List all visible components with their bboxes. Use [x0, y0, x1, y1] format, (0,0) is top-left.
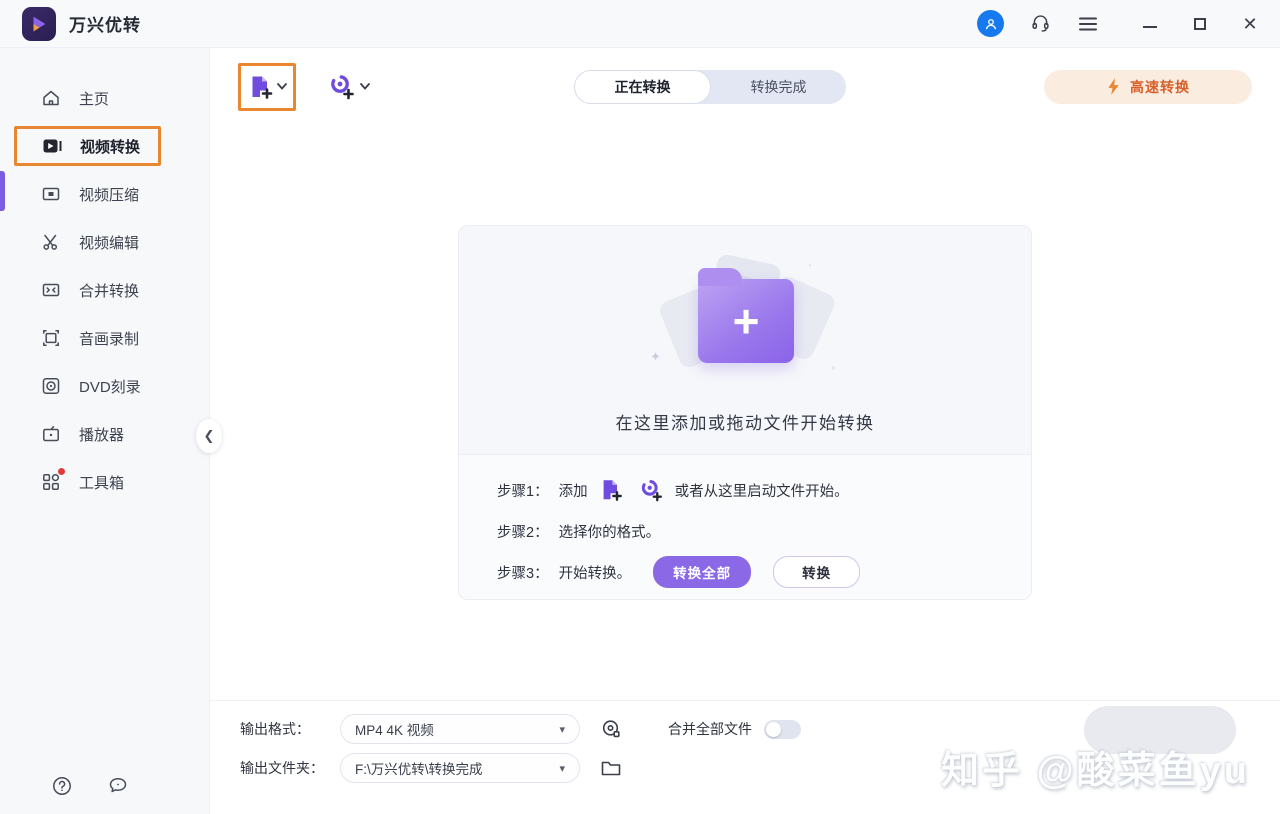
sidebar-item-merge-convert[interactable]: 合并转换 — [0, 266, 209, 314]
title-bar: 万兴优转 — [0, 0, 1280, 48]
merge-convert-icon — [40, 279, 62, 301]
high-speed-convert-label: 高速转换 — [1130, 77, 1190, 97]
sidebar-item-record[interactable]: 音画录制 — [0, 314, 209, 362]
convert-all-button[interactable]: 转换全部 — [653, 556, 751, 588]
chevron-down-icon — [360, 83, 370, 90]
feedback-icon[interactable] — [106, 774, 130, 798]
step-2: 步骤2： 选择你的格式。 — [497, 515, 1031, 547]
sidebar-item-label: 工具箱 — [79, 472, 124, 493]
sidebar-item-label: 播放器 — [79, 424, 124, 445]
chevron-down-icon: ▾ — [559, 723, 565, 736]
sidebar-item-dvd-burn[interactable]: DVD刻录 — [0, 362, 209, 410]
sidebar-item-video-convert[interactable]: 视频转换 — [14, 126, 161, 166]
sidebar: 主页 视频转换 视频压缩 — [0, 48, 210, 814]
dvd-icon — [40, 375, 62, 397]
toolbox-icon — [40, 471, 62, 493]
step1-label: 步骤1： — [497, 480, 549, 501]
step-3: 步骤3： 开始转换。 转换全部 转换 — [497, 556, 1031, 588]
hamburger-menu-icon[interactable] — [1076, 12, 1100, 36]
output-folder-label: 输出文件夹： — [240, 758, 340, 778]
format-settings-icon[interactable] — [600, 718, 622, 740]
convert-status-tabs: 正在转换 转换完成 — [574, 70, 846, 104]
sidebar-item-label: DVD刻录 — [79, 376, 141, 397]
steps-panel: 步骤1： 添加 — [459, 454, 1031, 599]
output-format-select[interactable]: MP4 4K 视频 ▾ — [340, 714, 580, 744]
video-compress-icon — [40, 183, 62, 205]
step1-text-before: 添加 — [559, 480, 588, 501]
tab-converting[interactable]: 正在转换 — [574, 70, 711, 104]
add-file-button[interactable] — [238, 63, 296, 111]
add-dvd-button[interactable] — [322, 67, 376, 106]
sidebar-item-label: 合并转换 — [79, 280, 139, 301]
scissors-icon — [40, 231, 62, 253]
open-folder-icon[interactable] — [600, 758, 622, 778]
add-file-mini-icon — [599, 478, 623, 502]
video-convert-icon — [41, 135, 63, 157]
chevron-down-icon: ▾ — [559, 762, 565, 775]
minimize-button[interactable] — [1142, 16, 1158, 32]
high-speed-convert-button[interactable]: 高速转换 — [1044, 70, 1252, 104]
drop-zone-hint: 在这里添加或拖动文件开始转换 — [616, 409, 875, 434]
add-dvd-mini-icon — [639, 478, 664, 502]
record-icon — [40, 327, 62, 349]
app-logo-icon — [22, 7, 56, 41]
output-format-value: MP4 4K 视频 — [355, 719, 434, 739]
home-icon — [40, 87, 62, 109]
step3-text: 开始转换。 — [559, 562, 632, 583]
sidebar-collapse-handle[interactable]: ❮ — [196, 419, 222, 453]
active-item-accent-bar — [0, 171, 5, 211]
help-icon[interactable] — [50, 774, 74, 798]
convert-button[interactable]: 转换 — [773, 556, 860, 588]
drop-zone[interactable]: ✦◦· + 在这里添加或拖动文件开始转换 — [459, 226, 1031, 454]
sidebar-item-label: 视频压缩 — [79, 184, 139, 205]
step3-label: 步骤3： — [497, 562, 549, 583]
sidebar-item-player[interactable]: 播放器 — [0, 410, 209, 458]
step1-text-after: 或者从这里启动文件开始。 — [675, 480, 849, 501]
close-button[interactable]: ✕ — [1242, 16, 1258, 32]
toolbox-badge — [58, 468, 65, 475]
output-folder-select[interactable]: F:\万兴优转\转换完成 ▾ — [340, 753, 580, 783]
user-avatar-icon[interactable] — [977, 10, 1004, 37]
step2-label: 步骤2： — [497, 521, 549, 542]
sidebar-item-home[interactable]: 主页 — [0, 74, 209, 122]
add-files-illustration: ✦◦· + — [660, 265, 830, 383]
main-content: 正在转换 转换完成 高速转换 ✦◦· — [210, 48, 1280, 814]
step2-text: 选择你的格式。 — [559, 521, 661, 542]
app-window: 万兴优转 — [0, 0, 1280, 814]
sidebar-item-toolbox[interactable]: 工具箱 — [0, 458, 209, 506]
maximize-button[interactable] — [1192, 16, 1208, 32]
sidebar-item-label: 主页 — [79, 88, 109, 109]
sidebar-item-video-compress[interactable]: 视频压缩 — [0, 170, 209, 218]
step-1: 步骤1： 添加 — [497, 474, 1031, 506]
lightning-icon — [1106, 77, 1121, 96]
merge-all-files-toggle[interactable] — [764, 720, 801, 739]
sidebar-item-label: 视频转换 — [80, 136, 140, 157]
folder-plus-icon: + — [698, 279, 794, 363]
output-settings-bar: 输出格式： MP4 4K 视频 ▾ 合并全部文件 — [210, 700, 1280, 814]
content-toolbar: 正在转换 转换完成 高速转换 — [210, 48, 1280, 122]
merge-all-files-label: 合并全部文件 — [668, 719, 752, 739]
output-format-label: 输出格式： — [240, 719, 340, 739]
support-headset-icon[interactable] — [1028, 12, 1052, 36]
sidebar-item-label: 音画录制 — [79, 328, 139, 349]
sidebar-item-video-edit[interactable]: 视频编辑 — [0, 218, 209, 266]
output-folder-value: F:\万兴优转\转换完成 — [355, 758, 483, 778]
app-title: 万兴优转 — [69, 11, 141, 36]
sidebar-item-label: 视频编辑 — [79, 232, 139, 253]
player-icon — [40, 423, 62, 445]
convert-all-disabled-button — [1084, 706, 1236, 754]
tab-converted[interactable]: 转换完成 — [711, 70, 846, 104]
drop-zone-panel: ✦◦· + 在这里添加或拖动文件开始转换 步骤1： 添加 — [458, 225, 1032, 600]
chevron-down-icon — [277, 83, 287, 90]
